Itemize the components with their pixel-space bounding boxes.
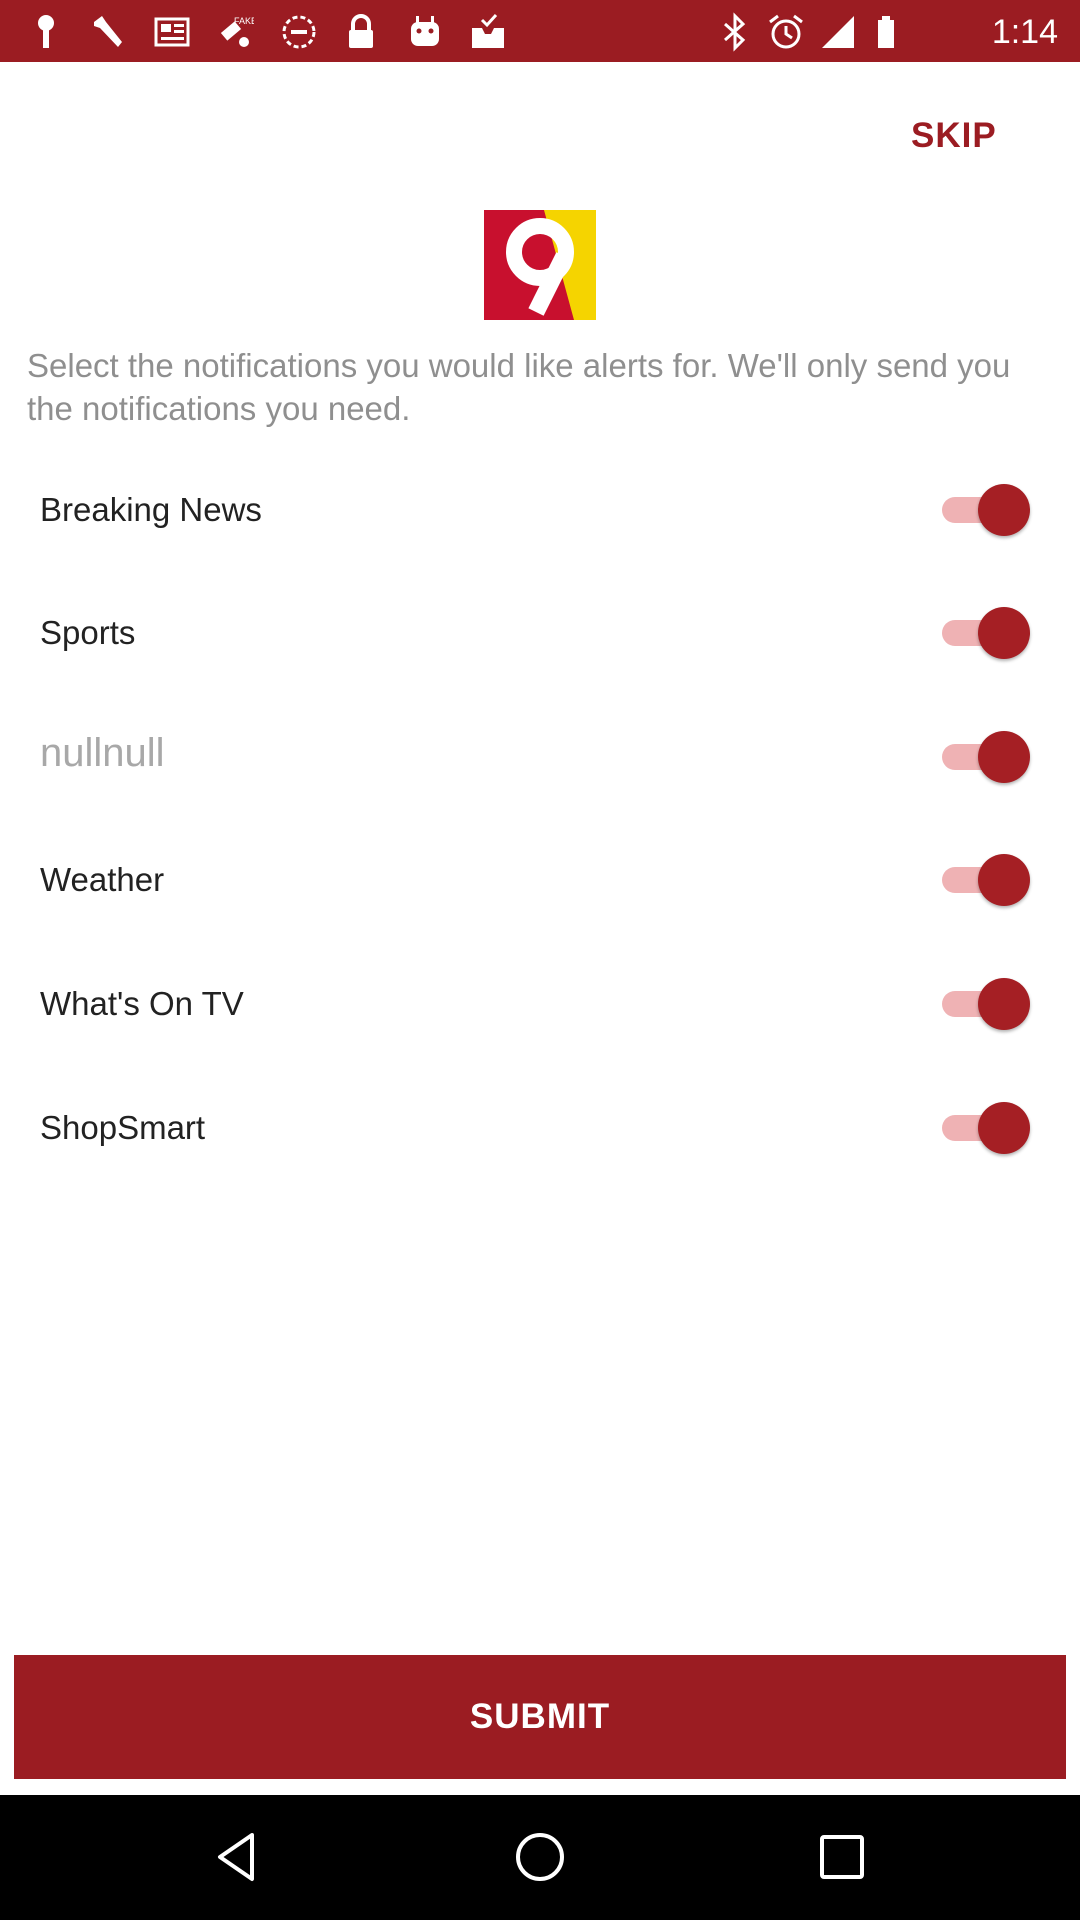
weather-toggle[interactable] (940, 854, 1030, 906)
back-icon[interactable] (208, 1827, 268, 1887)
lock-icon (341, 12, 381, 52)
recents-icon[interactable] (812, 1827, 872, 1887)
whats-on-tv-toggle[interactable] (940, 978, 1030, 1030)
notification-label: Sports (40, 614, 136, 651)
svg-text:FAKE: FAKE (234, 16, 254, 26)
toggle-thumb (978, 607, 1030, 659)
signal-icon (818, 12, 858, 52)
notification-row-shopsmart[interactable]: ShopSmart (0, 1088, 1080, 1168)
toggle-thumb (978, 731, 1030, 783)
status-bar: FAKE 1:14 (0, 0, 1080, 62)
toggle-thumb (978, 1102, 1030, 1154)
submit-button[interactable]: SUBMIT (14, 1655, 1066, 1779)
channel-9-logo (484, 210, 596, 320)
nullnull-toggle[interactable] (940, 731, 1030, 783)
alarm-icon (766, 12, 806, 52)
notification-label: What's On TV (40, 985, 244, 1022)
notification-row-weather[interactable]: Weather (0, 840, 1080, 920)
toggle-thumb (978, 484, 1030, 536)
notification-row-whats-on-tv[interactable]: What's On TV (0, 964, 1080, 1044)
sports-toggle[interactable] (940, 607, 1030, 659)
newspaper-icon (152, 12, 192, 52)
notification-row-breaking-news[interactable]: Breaking News (0, 470, 1080, 550)
toggle-thumb (978, 978, 1030, 1030)
notification-label: Weather (40, 861, 165, 898)
blocked-icon (279, 12, 319, 52)
notification-label: nullnull (40, 731, 165, 775)
intro-text: Select the notifications you would like … (27, 347, 1011, 427)
toggle-thumb (978, 854, 1030, 906)
android-icon (405, 12, 445, 52)
battery-icon (866, 12, 906, 52)
fake-gps-icon: FAKE (214, 12, 254, 52)
notification-row-sports[interactable]: Sports (0, 593, 1080, 673)
status-time: 1:14 (991, 13, 1058, 51)
notification-label: Breaking News (40, 491, 262, 528)
inbox-check-icon (468, 12, 508, 52)
notification-label: ShopSmart (40, 1109, 206, 1146)
notification-row-nullnull[interactable]: nullnull (0, 717, 1080, 797)
wrench-icon (88, 12, 128, 52)
bluetooth-icon (715, 12, 755, 52)
breaking-news-toggle[interactable] (940, 484, 1030, 536)
skip-button[interactable]: SKIP (911, 116, 997, 156)
home-icon[interactable] (510, 1827, 570, 1887)
shopsmart-toggle[interactable] (940, 1102, 1030, 1154)
navigation-bar (0, 1795, 1080, 1920)
key-icon (26, 12, 66, 52)
